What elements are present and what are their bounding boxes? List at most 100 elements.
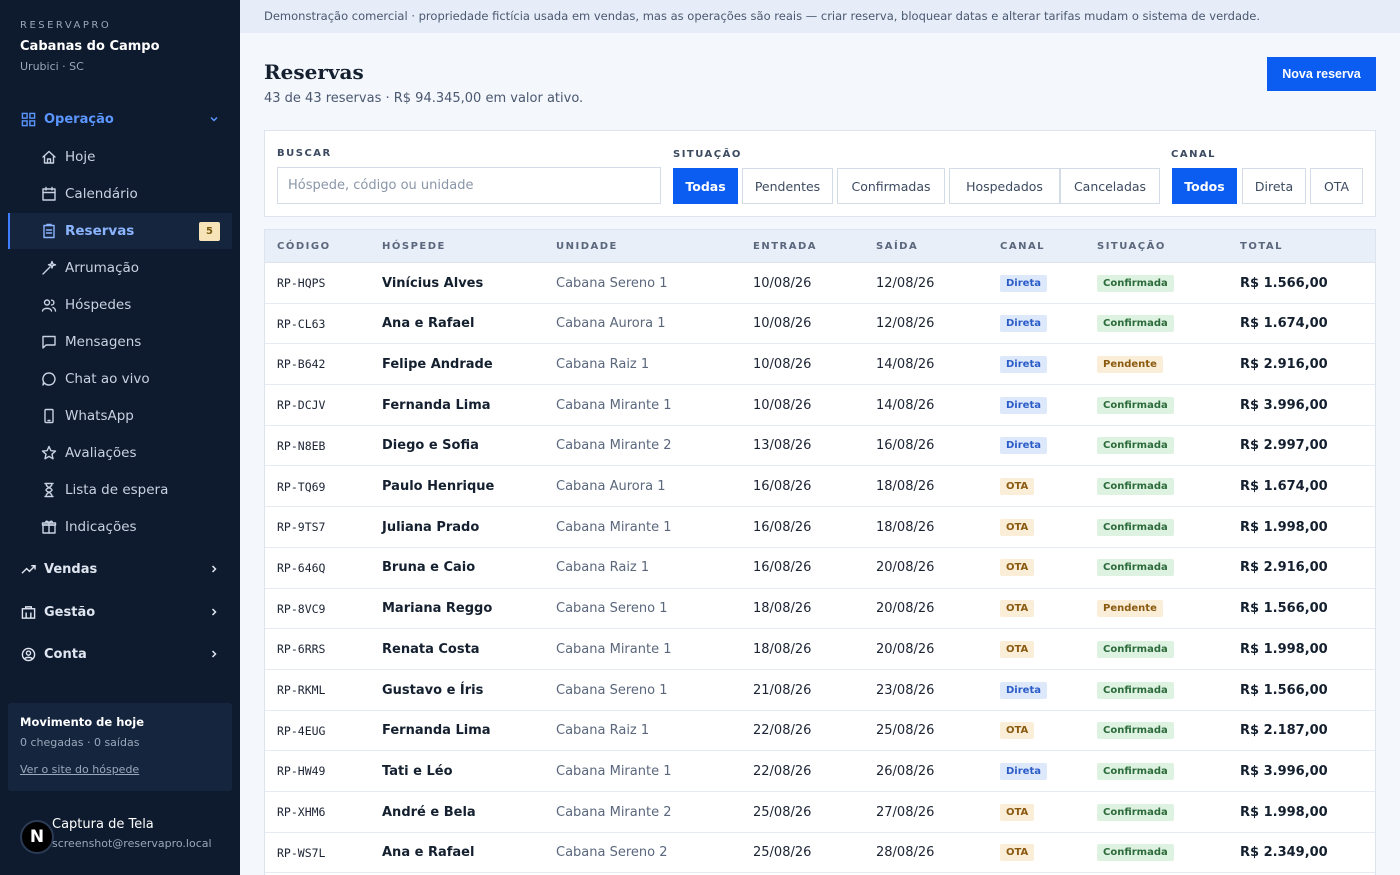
sidebar-item-indicacoes[interactable]: Indicações [8,509,232,545]
building-icon [20,604,36,620]
unit-name: Cabana Mirante 1 [556,641,672,657]
status-filter-confirmadas[interactable]: Confirmadas [837,168,945,204]
column-header[interactable]: UNIDADE [556,241,618,252]
brand-eyebrow: RESERVAPRO [20,20,112,31]
status-badge: Pendente [1097,355,1163,373]
check-out-date: 28/08/26 [876,845,935,861]
table-row[interactable]: RP-WS7L Ana e Rafael Cabana Sereno 2 25/08/… [265,833,1375,874]
nav-group-conta[interactable]: Conta [20,644,220,664]
user-profile[interactable]: N Captura de Tela screenshot@reservapro.… [20,815,230,855]
grid-icon [20,111,36,127]
column-header[interactable]: SITUAÇÃO [1097,241,1166,252]
reservation-code: RP-HW49 [277,764,326,779]
reservation-code: RP-9TS7 [277,520,326,535]
status-badge: Pendente [1097,600,1163,618]
channel-badge: OTA [1000,640,1035,658]
check-in-date: 10/08/26 [753,397,812,413]
column-header[interactable]: HÓSPEDE [382,241,446,252]
guest-site-link[interactable]: Ver o site do hóspede [20,763,220,776]
table-row[interactable]: RP-B642 Felipe Andrade Cabana Raiz 1 10/08/… [265,344,1375,386]
sidebar-item-arrumacao[interactable]: Arrumação [8,250,232,286]
users-icon [40,296,58,314]
table-row[interactable]: RP-TQ69 Paulo Henrique Cabana Aurora 1 16/0… [265,467,1375,508]
column-header[interactable]: ENTRADA [753,241,817,252]
sidebar-item-label: Reservas [65,223,135,239]
guest-name: Renata Costa [382,641,480,657]
table-row[interactable]: RP-HQPS Vinícius Alves Cabana Sereno 1 10/0… [265,263,1375,304]
sidebar-item-label: Mensagens [65,334,142,350]
channel-badge: Direta [1000,681,1047,699]
channel-badge: OTA [1000,600,1035,618]
table-row[interactable]: RP-646Q Bruna e Caio Cabana Raiz 1 16/08/26… [265,548,1375,589]
table-row[interactable]: RP-DCJV Fernanda Lima Cabana Mirante 1 10/0… [265,385,1375,426]
check-out-date: 26/08/26 [876,763,935,779]
table-row[interactable]: RP-8VC9 Mariana Reggo Cabana Sereno 1 18/08… [265,589,1375,630]
search-input[interactable] [277,167,661,204]
total-value: R$ 1.566,00 [1240,275,1328,291]
channel-badge: Direta [1000,274,1047,292]
check-out-date: 12/08/26 [876,316,935,332]
unit-name: Cabana Sereno 2 [556,845,668,861]
total-value: R$ 1.566,00 [1240,601,1328,617]
sidebar-item-whatsapp[interactable]: WhatsApp [8,398,232,434]
reservation-code: RP-N8EB [277,438,326,453]
total-value: R$ 2.916,00 [1240,560,1328,576]
table-row[interactable]: RP-N8EB Diego e Sofia Cabana Mirante 2 13/0… [265,426,1375,467]
table-row[interactable]: RP-9TS7 Juliana Prado Cabana Mirante 1 16/0… [265,507,1375,548]
status-filter-canceladas[interactable]: Canceladas [1060,168,1160,204]
status-filter-todas[interactable]: Todas [673,168,738,204]
chat-icon [40,370,58,388]
sidebar-item-chat-ao-vivo[interactable]: Chat ao vivo [8,361,232,397]
new-reservation-button[interactable]: Nova reserva [1267,57,1376,91]
channel-filter-todos[interactable]: Todos [1172,168,1237,204]
nav-group-label: Operação [44,111,114,127]
sidebar-item-hospedes[interactable]: Hóspedes [8,287,232,323]
channel-badge: OTA [1000,803,1035,821]
reservation-code: RP-CL63 [277,316,326,331]
status-badge: Confirmada [1097,437,1174,455]
check-out-date: 12/08/26 [876,275,935,291]
nav-group-vendas[interactable]: Vendas [20,559,220,579]
table-row[interactable]: RP-4EUG Fernanda Lima Cabana Raiz 1 22/08/2… [265,711,1375,752]
chevron-right-icon [208,606,220,618]
check-in-date: 22/08/26 [753,723,812,739]
sidebar-item-lista-de-espera[interactable]: Lista de espera [8,472,232,508]
table-row[interactable]: RP-6RRS Renata Costa Cabana Mirante 1 18/08… [265,629,1375,670]
table-row[interactable]: RP-CL63 Ana e Rafael Cabana Aurora 1 10/08/… [265,304,1375,345]
avatar: N [20,820,54,854]
reservation-code: RP-HQPS [277,276,326,290]
table-row[interactable]: RP-XHM6 André e Bela Cabana Mirante 2 25/08… [265,792,1375,833]
sidebar-item-hoje[interactable]: Hoje [8,139,232,175]
brand-name: Cabanas do Campo [20,39,160,54]
sidebar-item-calendario[interactable]: Calendário [8,176,232,212]
channel-filter-ota[interactable]: OTA [1310,168,1363,204]
column-header[interactable]: TOTAL [1240,241,1283,252]
nav-group-operacao[interactable]: Operação [20,109,220,129]
table-header: CÓDIGO HÓSPEDE UNIDADE ENTRADA SAÍDA CANAL SIT… [265,230,1375,263]
check-in-date: 10/08/26 [753,275,812,291]
reservation-code: RP-RKML [277,683,326,697]
check-out-date: 25/08/26 [876,723,935,739]
total-value: R$ 1.566,00 [1240,682,1328,698]
table-row[interactable]: RP-RKML Gustavo e Íris Cabana Sereno 1 21/0… [265,670,1375,711]
sidebar-item-mensagens[interactable]: Mensagens [8,324,232,360]
sidebar-item-reservas[interactable]: Reservas 5 [8,213,232,249]
nav-group-gestao[interactable]: Gestão [20,602,220,622]
guest-name: Diego e Sofia [382,438,479,454]
status-filter-pendentes[interactable]: Pendentes [742,168,833,204]
sidebar-item-label: Hoje [65,149,96,165]
sidebar-item-avaliacoes[interactable]: Avaliações [8,435,232,471]
column-header[interactable]: CÓDIGO [277,241,331,252]
status-filter-hospedados[interactable]: Hospedados [949,168,1060,204]
phone-icon [40,407,58,425]
channel-badge: OTA [1000,559,1035,577]
table-row[interactable]: RP-HW49 Tati e Léo Cabana Mirante 1 22/08/2… [265,751,1375,793]
column-header[interactable]: CANAL [1000,241,1045,252]
channel-badge: OTA [1000,478,1035,495]
status-badge: Confirmada [1097,640,1174,658]
sparkles-icon [40,259,58,277]
channel-filter-direta[interactable]: Direta [1242,168,1306,204]
status-badge: Confirmada [1097,396,1174,414]
column-header[interactable]: SAÍDA [876,241,918,252]
reservation-code: RP-8VC9 [277,601,326,616]
